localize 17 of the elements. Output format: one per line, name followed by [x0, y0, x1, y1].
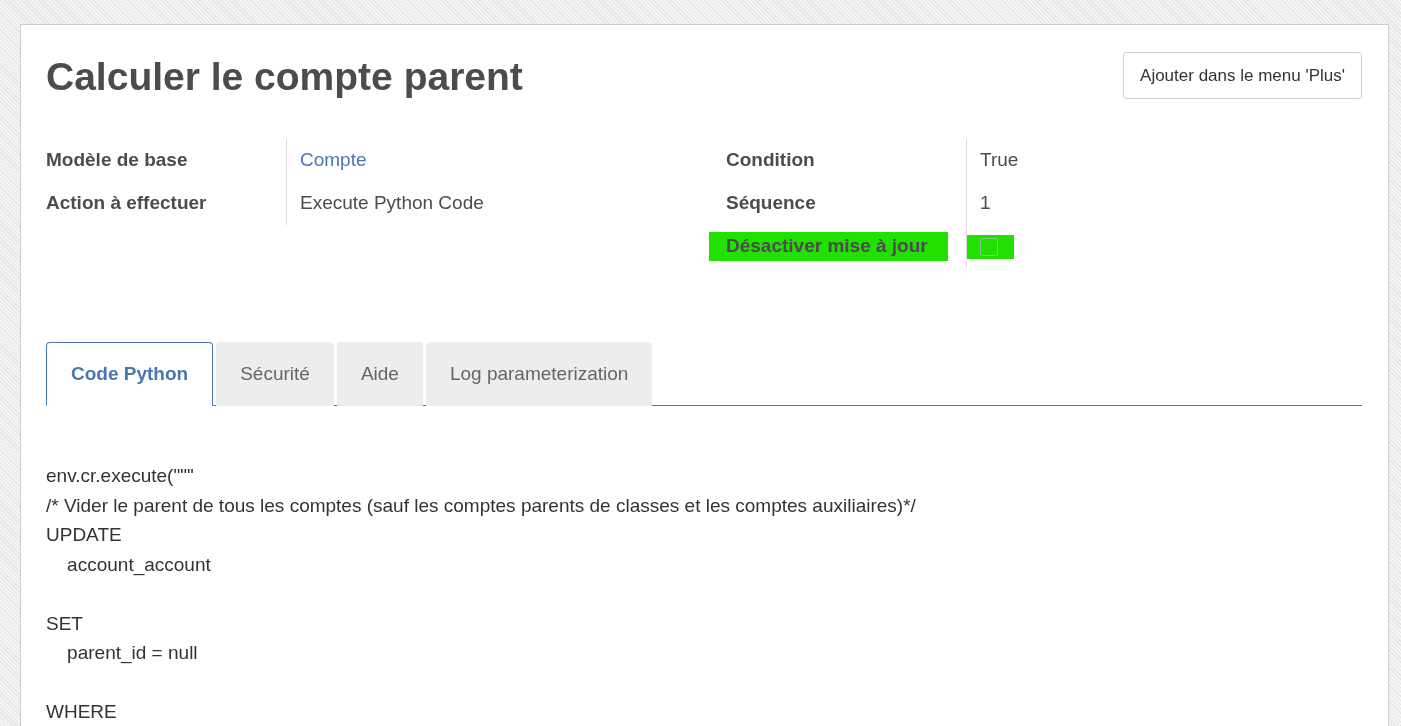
- field-value: Execute Python Code: [300, 191, 484, 216]
- field-value: True: [980, 148, 1019, 173]
- field-label: Condition: [726, 148, 815, 173]
- tab[interactable]: Code Python: [46, 342, 214, 406]
- python-code: env.cr.execute(""" /* Vider le parent de tous les comptes (sauf les comptes parents de classes et les comptes auxiliaires)*/ UPDATE account_account SET parent_id = null WHERE: [46, 464, 916, 724]
- field-label: Modèle de base: [46, 148, 188, 173]
- checkbox[interactable]: [980, 237, 998, 256]
- field-label: Séquence: [726, 191, 816, 216]
- form-title: Calculer le compte parent: [46, 54, 523, 100]
- tab[interactable]: Sécurité: [216, 342, 334, 406]
- field-link[interactable]: Compte: [300, 146, 367, 175]
- add-to-menu-button[interactable]: Ajouter dans le menu 'Plus': [1123, 52, 1362, 99]
- field-label: Action à effectuer: [46, 191, 207, 216]
- tab[interactable]: Aide: [336, 342, 423, 406]
- field-label: Désactiver mise à jour: [709, 232, 948, 261]
- tab[interactable]: Log parameterization: [425, 342, 653, 406]
- field-value: 1: [980, 191, 991, 216]
